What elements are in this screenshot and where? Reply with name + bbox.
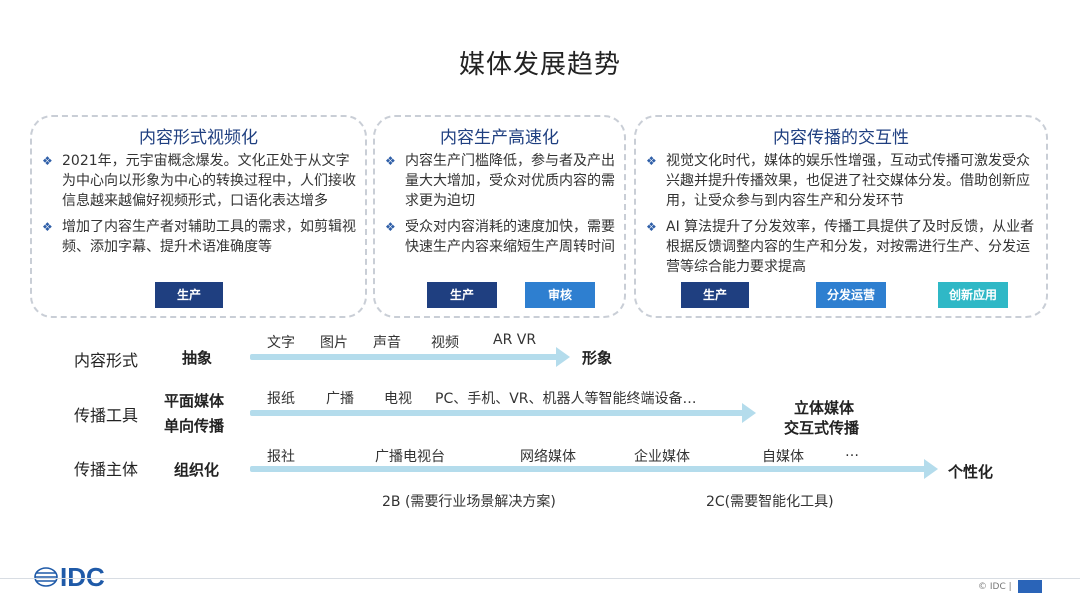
bullet-item: ❖ 2021年，元宇宙概念爆发。文化正处于从文字为中心向以形象为中心的转换过程中，… bbox=[42, 153, 356, 209]
row-end-concrete: 形象 bbox=[582, 349, 613, 367]
row-start-print-media: 平面媒体 bbox=[164, 392, 225, 410]
panel-title: 内容形式视频化 bbox=[139, 128, 258, 148]
bullet-item: ❖ 增加了内容生产者对辅助工具的需求，如剪辑视频、添加字幕、提升术语准确度等 bbox=[42, 219, 356, 255]
tag-production: 生产 bbox=[427, 282, 497, 308]
bullet-list: ❖ 视觉文化时代，媒体的娱乐性增强，互动式传播可激发受众兴趣并提升传播效果，也促进… bbox=[644, 151, 1038, 283]
timeline-item: 广播 bbox=[326, 391, 354, 407]
panel-high-speed-production: 内容生产高速化 ❖ 内容生产门槛降低，参与者及产出量大大增加，受众对优质内容的需求… bbox=[373, 115, 626, 318]
row-label-subjects: 传播主体 bbox=[74, 460, 139, 479]
timeline-item: 广播电视台 bbox=[375, 449, 445, 465]
bullet-list: ❖ 2021年，元宇宙概念爆发。文化正处于从文字为中心向以形象为中心的转换过程中，… bbox=[40, 151, 357, 263]
page-marker bbox=[1018, 580, 1042, 593]
tag-row: 生产 审核 bbox=[375, 282, 624, 308]
footer-divider bbox=[0, 578, 1080, 579]
timeline-item: 网络媒体 bbox=[520, 449, 576, 465]
row-start-organized: 组织化 bbox=[174, 461, 220, 479]
tag-production: 生产 bbox=[155, 282, 223, 308]
timeline-item: 企业媒体 bbox=[634, 449, 690, 465]
diamond-bullet-icon: ❖ bbox=[646, 154, 657, 168]
timeline-item: 视频 bbox=[431, 335, 459, 351]
bullet-item: ❖ 受众对内容消耗的速度加快，需要快速生产内容来缩短生产周转时间 bbox=[385, 219, 615, 255]
tag-innovative-apps: 创新应用 bbox=[938, 282, 1008, 308]
copyright-text: © IDC | bbox=[978, 582, 1012, 592]
row-end-3d-media: 立体媒体 bbox=[794, 399, 855, 417]
timeline-item: … bbox=[845, 444, 859, 460]
row-start-abstract: 抽象 bbox=[182, 349, 213, 367]
diamond-bullet-icon: ❖ bbox=[385, 220, 396, 234]
diamond-bullet-icon: ❖ bbox=[42, 154, 53, 168]
tag-distribution-ops: 分发运营 bbox=[816, 282, 886, 308]
timeline-item: 自媒体 bbox=[762, 449, 804, 465]
tag-review: 审核 bbox=[525, 282, 595, 308]
progress-arrow bbox=[250, 403, 758, 423]
panel-video-content: 内容形式视频化 ❖ 2021年，元宇宙概念爆发。文化正处于从文字为中心向以形象为中… bbox=[30, 115, 367, 318]
timeline-item: 文字 bbox=[267, 335, 295, 351]
progress-arrow bbox=[250, 459, 940, 479]
timeline-item: 声音 bbox=[373, 335, 401, 351]
row-end-personalized: 个性化 bbox=[948, 463, 994, 481]
note-2c: 2C(需要智能化工具) bbox=[706, 494, 834, 510]
tag-production: 生产 bbox=[681, 282, 749, 308]
bullet-list: ❖ 内容生产门槛降低，参与者及产出量大大增加，受众对优质内容的需求更为迫切 ❖ 受众… bbox=[383, 151, 616, 263]
timeline-item: 报纸 bbox=[267, 391, 295, 407]
note-2b: 2B (需要行业场景解决方案) bbox=[382, 494, 556, 510]
panel-interactive-distribution: 内容传播的交互性 ❖ 视觉文化时代，媒体的娱乐性增强，互动式传播可激发受众兴趣并提… bbox=[634, 115, 1048, 318]
panel-title: 内容传播的交互性 bbox=[773, 128, 909, 148]
diamond-bullet-icon: ❖ bbox=[646, 220, 657, 234]
timeline-item: AR VR bbox=[493, 332, 537, 348]
timeline-item: PC、手机、VR、机器人等智能终端设备… bbox=[435, 391, 697, 407]
idc-logo-globe-icon bbox=[34, 567, 58, 587]
timeline-item: 报社 bbox=[267, 449, 295, 465]
row-label-channels: 传播工具 bbox=[74, 406, 139, 425]
bullet-item: ❖ 视觉文化时代，媒体的娱乐性增强，互动式传播可激发受众兴趣并提升传播效果，也促进… bbox=[646, 153, 1030, 209]
timeline-item: 电视 bbox=[384, 391, 412, 407]
panel-title: 内容生产高速化 bbox=[440, 128, 559, 148]
progress-arrow bbox=[250, 347, 572, 367]
row-label-content-form: 内容形式 bbox=[74, 351, 139, 370]
page-title: 媒体发展趋势 bbox=[458, 50, 621, 80]
tag-row: 生产 bbox=[32, 282, 365, 308]
bullet-item: ❖ AI 算法提升了分发效率，传播工具提供了及时反馈，从业者根据反馈调整内容的生产… bbox=[646, 219, 1035, 275]
row-start-one-way: 单向传播 bbox=[164, 417, 225, 435]
diamond-bullet-icon: ❖ bbox=[42, 220, 53, 234]
row-end-interactive: 交互式传播 bbox=[784, 419, 860, 437]
bullet-item: ❖ 内容生产门槛降低，参与者及产出量大大增加，受众对优质内容的需求更为迫切 bbox=[385, 153, 615, 209]
tag-row: 生产 分发运营 创新应用 bbox=[636, 282, 1046, 308]
timeline-item: 图片 bbox=[320, 335, 348, 351]
diamond-bullet-icon: ❖ bbox=[385, 154, 396, 168]
